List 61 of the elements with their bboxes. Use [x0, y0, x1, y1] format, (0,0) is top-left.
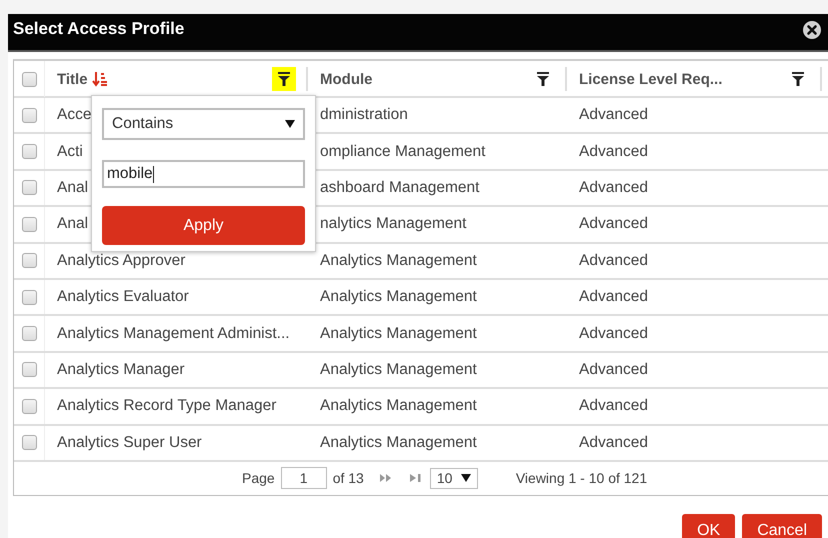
table-cell: Analytics Evaluator	[57, 288, 189, 306]
table-cell: Advanced	[579, 434, 648, 452]
dialog-title: Select Access Profile	[13, 19, 184, 39]
sort-icon[interactable]	[92, 71, 108, 87]
table-cell: Analytics Super User	[57, 434, 202, 452]
operator-select[interactable]: Contains	[102, 108, 305, 140]
row-checkbox[interactable]	[22, 362, 36, 378]
table-cell: Analytics Management	[320, 397, 477, 416]
table-cell: Advanced	[579, 397, 648, 416]
table-cell: nalytics Management	[320, 215, 466, 234]
table-cell: Anal	[57, 215, 88, 234]
page-size-select[interactable]: 10	[430, 468, 478, 489]
cancel-button[interactable]: Cancel	[742, 514, 822, 538]
close-icon[interactable]	[802, 20, 822, 40]
table-cell: dministration	[320, 106, 408, 124]
row-checkbox[interactable]	[22, 435, 36, 450]
table-cell: Analytics Approver	[57, 252, 186, 270]
row-checkbox[interactable]	[22, 144, 36, 160]
table-cell: Analytics Record Type Manager	[57, 397, 276, 416]
record-count: Viewing 1 - 10 of 121	[516, 470, 648, 486]
column-header[interactable]: Title	[57, 70, 88, 88]
dropdown-arrow-icon	[460, 474, 471, 482]
row-checkbox[interactable]	[22, 253, 36, 268]
table-cell: Advanced	[579, 106, 648, 124]
page-label: Page	[242, 470, 275, 486]
table-cell: Acti	[57, 142, 83, 161]
row-checkbox[interactable]	[22, 398, 36, 414]
table-cell: Analytics Management	[320, 252, 477, 270]
column-header[interactable]: Module	[320, 70, 372, 88]
select-all-checkbox[interactable]	[22, 72, 36, 86]
table-cell: Advanced	[579, 178, 648, 197]
table-cell: Analytics Management Administ...	[57, 324, 290, 343]
row-checkbox[interactable]	[22, 180, 36, 196]
table-cell: Advanced	[579, 252, 648, 270]
row-checkbox[interactable]	[22, 216, 36, 232]
table-cell: Advanced	[579, 324, 648, 343]
table-cell: Advanced	[579, 142, 648, 161]
last-page-icon[interactable]	[410, 474, 422, 482]
table-cell: Acce	[57, 106, 92, 124]
table-cell: Analytics Manager	[57, 360, 185, 379]
row-checkbox[interactable]	[22, 326, 36, 342]
page-number-field[interactable]: 1	[280, 467, 327, 490]
row-checkbox[interactable]	[22, 290, 36, 305]
table-cell: Advanced	[579, 288, 648, 306]
table-cell: Analytics Management	[320, 324, 477, 343]
table-cell: Anal	[57, 178, 88, 197]
dropdown-arrow-icon	[285, 120, 295, 128]
page-count: of 13	[332, 470, 364, 486]
table-cell: Analytics Management	[320, 360, 477, 379]
table-cell: Advanced	[579, 215, 648, 234]
filter-icon[interactable]	[272, 67, 296, 91]
column-header[interactable]: License Level Req...	[579, 70, 722, 88]
filter-value-field[interactable]: mobile	[102, 160, 305, 188]
table-cell: Advanced	[579, 360, 648, 379]
row-checkbox[interactable]	[22, 108, 36, 123]
table-cell: ompliance Management	[320, 142, 486, 161]
ok-button[interactable]: OK	[682, 514, 736, 538]
table-cell: Analytics Management	[320, 434, 477, 452]
table-cell: Analytics Management	[320, 288, 477, 306]
table-cell: ashboard Management	[320, 178, 480, 197]
apply-button[interactable]: Apply	[102, 206, 305, 245]
